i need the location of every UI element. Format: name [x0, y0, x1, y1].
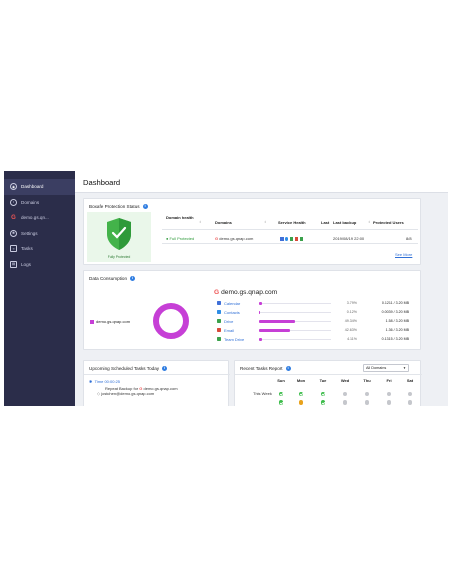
usage-bar: [259, 311, 261, 314]
google-icon: G: [214, 289, 220, 296]
app-usage-row: Team Drive 4.11% 0.1315 / 3.20 MB: [217, 335, 417, 344]
logs-icon: ▤: [10, 260, 17, 268]
sort-icon[interactable]: ⇕: [368, 220, 371, 225]
dashboard-icon: ◉: [10, 183, 17, 191]
sidebar-item-label: Tasks: [21, 246, 33, 252]
col-last[interactable]: Last: [321, 220, 329, 225]
contacts-icon: [217, 310, 221, 314]
status-ok-icon[interactable]: [320, 391, 326, 397]
status-none-icon[interactable]: [407, 391, 413, 397]
sidebar-item-dashboard[interactable]: ◉ Dashboard: [4, 179, 75, 195]
status-ok-icon[interactable]: [278, 400, 284, 405]
legend-item: demo.gs.qnap.com: [90, 319, 130, 324]
shield-check-icon: [107, 218, 131, 250]
donut-chart: [153, 303, 189, 339]
status-none-icon[interactable]: [386, 400, 392, 405]
gear-icon: ✱: [10, 229, 17, 237]
gmail-icon: [294, 237, 299, 241]
recent-tasks-card: Recent Tasks Report i All Domains ▼ Sun …: [234, 360, 422, 406]
app-usage-row: Contacts 0.12% 0.0039 / 3.20 MB: [217, 308, 417, 317]
consumption-domain-title: G demo.gs.qnap.com: [214, 289, 278, 296]
info-icon[interactable]: i: [130, 276, 136, 281]
google-icon: G: [11, 214, 16, 221]
usage-bar: [259, 338, 262, 341]
task-user: ◇ jostchen@demo.gs.qnap.com: [97, 391, 155, 396]
sidebar-item-label: demo.gs.qn...: [21, 215, 49, 221]
protected-users-value: 8/8: [406, 236, 412, 241]
app-usage-row: Drive 49.34% 1.58 / 3.20 MB: [217, 317, 417, 326]
status-grid: [235, 361, 422, 406]
calendar-icon: [280, 237, 284, 241]
task-time: ✱ Time 00:00:25: [89, 379, 121, 384]
protection-badge: Fully Protected: [87, 212, 151, 262]
status-none-icon[interactable]: [364, 391, 370, 397]
legend-swatch: [90, 319, 94, 324]
top-bar: Dashboard: [75, 171, 448, 193]
sidebar-item-label: Dashboard: [21, 184, 44, 190]
sidebar-item-domain[interactable]: G demo.gs.qn...: [4, 210, 75, 226]
col-domain-health[interactable]: Domain health: [166, 215, 198, 220]
col-service-health[interactable]: Service Health: [278, 220, 306, 225]
sort-icon[interactable]: ⇕: [264, 220, 267, 225]
sidebar-item-tasks[interactable]: ≡ Tasks: [4, 241, 75, 257]
col-protected-users[interactable]: Protected Users: [373, 220, 404, 225]
sidebar-item-domains[interactable]: • Domains: [4, 195, 75, 211]
google-icon: G: [215, 236, 219, 241]
health-status: ● Full Protected: [166, 236, 195, 241]
last-backup-value: 2019/08/19 22:00: [333, 236, 365, 241]
sidebar: ◉ Dashboard • Domains G demo.gs.qn... ✱ …: [4, 171, 75, 406]
clock-icon: ✱: [89, 379, 93, 384]
app-usage-row: Email 42.63% 1.36 / 3.20 MB: [217, 326, 417, 335]
usage-bar: [259, 320, 295, 323]
protection-status-title: Boxafe Protection Status: [89, 204, 140, 209]
calendar-icon: [217, 301, 221, 305]
upcoming-tasks-card: Upcoming Scheduled Tasks Today i ✱ Time …: [83, 360, 230, 406]
status-none-icon[interactable]: [342, 391, 348, 397]
data-consumption-title: Data Consumption: [89, 276, 128, 281]
col-last-backup[interactable]: Last backup: [333, 220, 356, 225]
drive-icon: [289, 237, 294, 241]
info-icon[interactable]: i: [162, 366, 168, 371]
status-none-icon[interactable]: [386, 391, 392, 397]
app-window: ◉ Dashboard • Domains G demo.gs.qn... ✱ …: [4, 171, 448, 406]
ok-dot-icon: ●: [166, 236, 169, 241]
col-domains[interactable]: Domains: [215, 220, 232, 225]
usage-bar: [259, 329, 290, 332]
sidebar-item-label: Domains: [21, 199, 40, 205]
contacts-icon: [284, 237, 289, 241]
tag-icon: ◇: [97, 391, 101, 396]
sidebar-item-label: Logs: [21, 261, 31, 267]
status-none-icon[interactable]: [407, 400, 413, 405]
gmail-icon: [217, 328, 221, 332]
status-ok-icon[interactable]: [320, 400, 326, 405]
drive-icon: [217, 319, 221, 323]
data-consumption-card: Data Consumption i demo.gs.qnap.com G de…: [83, 270, 421, 350]
sort-icon[interactable]: ⇕: [199, 220, 202, 225]
sidebar-item-logs[interactable]: ▤ Logs: [4, 257, 75, 273]
status-ok-icon[interactable]: [298, 391, 304, 397]
domains-icon: •: [10, 198, 17, 206]
app-usage-row: Calendar 3.79% 0.1211 / 3.20 MB: [217, 299, 417, 308]
status-warn-icon[interactable]: [298, 400, 304, 405]
team-drive-icon: [299, 237, 304, 241]
info-icon[interactable]: i: [142, 204, 148, 209]
protection-badge-label: Fully Protected: [107, 255, 131, 259]
team-drive-icon: [217, 337, 221, 341]
usage-bar: [259, 302, 262, 305]
page-title: Dashboard: [83, 178, 121, 187]
see-more-link[interactable]: See More: [395, 252, 412, 257]
protection-status-card: Boxafe Protection Status i Fully Protect…: [83, 198, 421, 265]
status-ok-icon[interactable]: [278, 391, 284, 397]
status-none-icon[interactable]: [342, 400, 348, 405]
domain-link[interactable]: G demo.gs.qnap.com: [215, 236, 253, 241]
tasks-icon: ≡: [10, 245, 17, 253]
service-health-icons: [280, 237, 304, 241]
sidebar-item-label: Settings: [21, 230, 38, 236]
app-usage-list: Calendar 3.79% 0.1211 / 3.20 MB Contacts…: [217, 299, 417, 347]
status-none-icon[interactable]: [364, 400, 370, 405]
upcoming-tasks-title: Upcoming Scheduled Tasks Today: [89, 366, 160, 371]
sidebar-item-settings[interactable]: ✱ Settings: [4, 226, 75, 242]
